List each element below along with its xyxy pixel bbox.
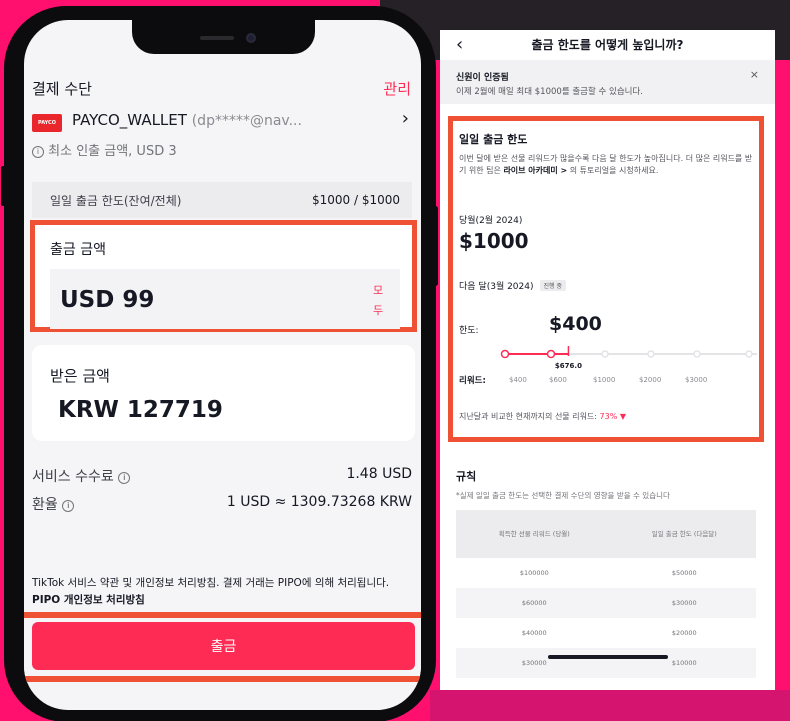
reward-label: 리워드: [459,376,486,386]
phone-notch [132,20,315,54]
daily-limit-row: 일일 출금 한도(잔여/전체) $1000 / $1000 [32,182,412,218]
verified-banner: 신원이 인증됨 이제 2월에 매일 최대 $1000를 출금할 수 있습니다. … [440,60,775,104]
reward-tick: $3000 [685,376,708,384]
slider-node [745,350,753,358]
limit-label: 한도: [459,326,479,336]
daily-limit-label: 일일 출금 한도(잔여/전체) [50,193,182,208]
max-amount-button[interactable]: 모두 [372,281,384,321]
receive-amount-value: KRW 127719 [58,397,223,423]
phone-screen: 결제 수단 관리 PAYCO PAYCO_WALLET (dp*****@nav… [24,20,421,710]
wallet-name: PAYCO_WALLET [72,111,187,129]
payment-method-label: 결제 수단 [32,80,92,98]
current-month-label: 당월(2월 2024) [459,216,523,226]
withdraw-amount-card: 출금 금액 USD 99 모두 [30,220,417,332]
rules-table: 획득한 선물 리워드 (당월) 일일 출금 한도 (다음달) $100000 $5… [456,510,756,678]
current-month-limit: $1000 [459,229,529,253]
exchange-rate-label: 환율 [32,497,58,513]
rules-title: 규칙 [456,470,477,483]
reward-tick: $400 [509,376,527,384]
camera-icon [246,33,256,43]
slider-node [546,349,556,359]
table-row: $30000 $10000 [456,648,756,678]
banner-text: 이제 2월에 매일 최대 $1000를 출금할 수 있습니다. [456,87,644,97]
reward-progress-slider: $676.0 [500,346,757,370]
back-arrow-icon[interactable]: ‹ [456,34,463,55]
banner-title: 신원이 인증됨 [456,73,509,83]
phone-side-button [433,206,438,286]
daily-limit-title: 일일 출금 한도 [459,133,528,146]
exchange-rate-value: 1 USD ≈ 1309.73268 KRW [226,494,412,510]
rules-note: *실제 일일 출금 한도는 선택한 결제 수단의 영향을 받을 수 있습니다 [456,491,670,500]
withdraw-limit-help-panel: 출금 한도를 어떻게 높입니까? ‹ 신원이 인증됨 이제 2월에 매일 최대 … [440,30,775,690]
privacy-policy-link[interactable]: PIPO 개인정보 처리방침 [32,594,145,606]
payco-logo: PAYCO [32,114,62,132]
receive-amount-card: 받은 금액 KRW 127719 [32,345,415,441]
withdraw-amount-field[interactable]: USD 99 모두 [50,269,400,329]
next-month-label: 다음 달(3월 2024) 진행 중 [459,279,566,292]
home-indicator [548,655,668,659]
exchange-rate-row: 환율 i 1 USD ≈ 1309.73268 KRW [32,494,412,514]
slider-node [601,350,609,358]
terms-text: TikTok 서비스 약관 및 개인정보 처리방침. 결제 거래는 PIPO에 … [32,577,390,606]
manage-link[interactable]: 관리 [383,78,411,99]
reward-change-note: 지난달과 비교한 현재까지의 선물 리워드: 73% ▼ [459,412,627,421]
table-row: $40000 $20000 [521,629,697,637]
daily-limit-section: 일일 출금 한도 이번 달에 받은 선물 리워드가 많을수록 다음 달 한도가 … [448,116,764,442]
panel-title: 출금 한도를 어떻게 높입니까? [531,38,684,52]
chevron-right-icon[interactable]: › [402,108,409,129]
service-fee-label: 서비스 수수료 [32,469,114,485]
slider-node [693,350,701,358]
info-icon[interactable]: i [62,500,75,512]
wallet-item[interactable]: PAYCO_WALLET (dp*****@nav... [72,111,302,129]
reward-tick: $1000 [593,376,616,384]
wallet-email: (dp*****@nav... [191,113,302,129]
background-bottom-band [430,690,790,721]
live-academy-link[interactable]: 라이브 아카데미 > [503,166,567,175]
table-row: $100000 $50000 [519,569,697,577]
down-arrow-icon: ▼ [619,412,627,421]
service-fee-row: 서비스 수수료 i 1.48 USD [32,466,412,486]
phone-frame: 결제 수단 관리 PAYCO PAYCO_WALLET (dp*****@nav… [1,6,438,721]
info-icon[interactable]: i [118,472,131,484]
service-fee-value: 1.48 USD [346,466,412,482]
reward-change-pct: 73% [599,412,618,421]
phone-side-button [1,166,5,206]
withdraw-amount-value: USD 99 [60,287,155,313]
table-header: 획득한 선물 리워드 (당월) [456,510,613,558]
speaker-grille [200,36,234,40]
withdraw-button-area: 출금 [24,612,421,682]
table-header: 일일 출금 한도 (다음달) [612,510,756,558]
info-icon: i [32,146,44,158]
receive-amount-label: 받은 금액 [50,367,110,385]
daily-limit-description: 이번 달에 받은 선물 리워드가 많을수록 다음 달 한도가 높아집니다. 더 … [459,154,753,175]
withdraw-button[interactable]: 출금 [32,622,415,670]
reward-tick: $2000 [639,376,662,384]
withdraw-amount-label: 출금 금액 [50,242,106,258]
slider-node [500,349,510,359]
close-icon[interactable]: × [750,68,759,81]
progress-value: $676.0 [555,362,582,370]
reward-tick: $600 [549,376,567,384]
min-withdraw-note: i 최소 인출 금액, USD 3 [32,140,177,159]
next-month-limit: $400 [549,313,602,335]
in-progress-badge: 진행 중 [539,280,566,291]
slider-node [647,350,655,358]
daily-limit-value: $1000 / $1000 [311,193,400,207]
table-row: $60000 $30000 [456,588,756,618]
